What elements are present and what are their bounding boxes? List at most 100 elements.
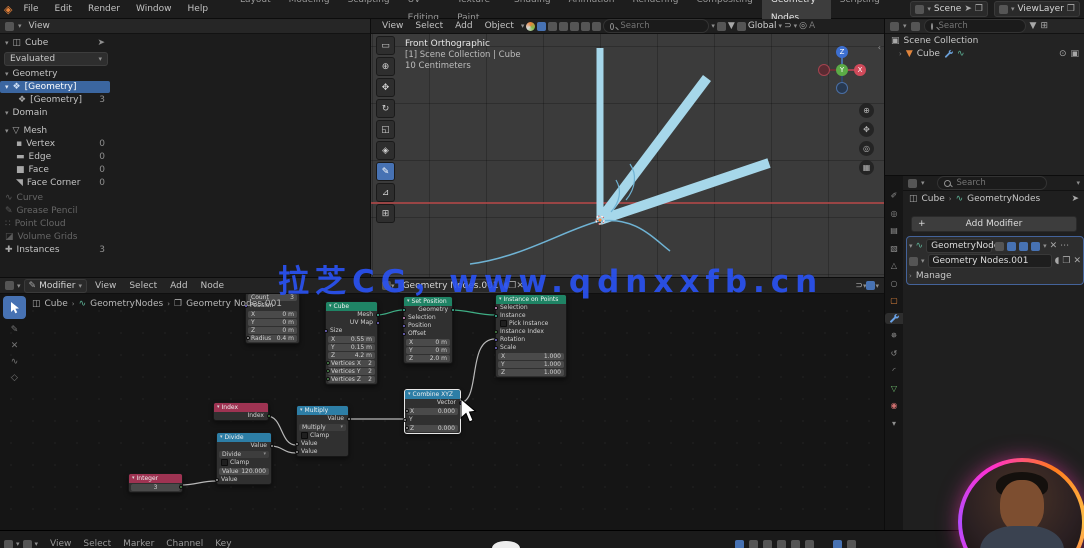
breadcrumb-modifier[interactable]: GeometryNodes — [90, 299, 163, 309]
tab-physics[interactable]: ↺ — [886, 348, 902, 359]
tab-object[interactable]: ▢ — [886, 295, 902, 306]
viewport-search[interactable] — [603, 19, 710, 33]
shield-icon[interactable] — [736, 21, 746, 31]
field-value[interactable]: 0.15 m — [351, 344, 372, 351]
socket[interactable] — [323, 329, 328, 333]
socket[interactable] — [325, 369, 330, 373]
field-value[interactable]: 120.000 — [241, 468, 266, 475]
field-value[interactable]: 0.4 m — [277, 335, 294, 342]
tab-scene[interactable]: △ — [886, 260, 902, 271]
viewport-option-icon[interactable] — [559, 21, 569, 31]
node-cube[interactable]: ▾ Cube Mesh UV Map Size X 0.55 m Y 0.15 m Z… — [323, 301, 380, 385]
menu-help[interactable]: Help — [181, 0, 216, 18]
viewport-menu-add[interactable]: Add — [450, 19, 477, 35]
gizmo-y-axis[interactable]: Y — [836, 64, 848, 76]
node-integer[interactable]: ▾ Integer 3 — [128, 473, 183, 493]
field-value[interactable]: 3 — [154, 484, 158, 491]
tab-particles[interactable]: ✵ — [886, 330, 902, 341]
proportional-falloff-icon[interactable]: ◎ — [799, 21, 807, 31]
edit-mode-toggle-icon[interactable] — [995, 241, 1005, 251]
overlays-toggle-icon[interactable] — [866, 281, 876, 290]
field-value[interactable]: 0.000 — [438, 425, 455, 432]
menu-window[interactable]: Window — [129, 0, 179, 18]
checkbox[interactable] — [500, 320, 507, 327]
field-value[interactable]: 1.000 — [544, 353, 561, 360]
chevron-down-icon[interactable]: ▾ — [521, 22, 525, 30]
chevron-down-icon[interactable]: ▾ — [886, 418, 902, 429]
checkbox[interactable] — [221, 459, 228, 466]
viewport-option-icon[interactable] — [581, 21, 591, 31]
node-menu-add[interactable]: Add — [165, 278, 192, 295]
node-math-divide[interactable]: ▾ Divide Value Divide ▾ Clamp Value 120.000… — [214, 432, 274, 485]
menu-select[interactable]: Select — [83, 539, 111, 548]
zoom-icon[interactable]: ⊕ — [859, 103, 874, 118]
outliner-row-scene-collection[interactable]: ▣ Scene Collection — [885, 34, 1084, 47]
prev-keyframe-icon[interactable] — [749, 540, 758, 548]
socket[interactable] — [325, 377, 330, 381]
rotate-tool[interactable]: ↻ — [376, 99, 395, 118]
node-index[interactable]: ▾ Index Index — [213, 402, 271, 421]
chevron-down-icon[interactable]: ▾ — [909, 242, 913, 250]
field-value[interactable]: 0 m — [282, 327, 294, 334]
new-viewlayer-icon[interactable]: ❐ — [1067, 4, 1075, 14]
socket[interactable] — [401, 324, 406, 328]
tree-item-face-corner[interactable]: ◥ Face Corner 0 — [0, 176, 110, 189]
eye-visibility-icon[interactable]: ⊙ — [1059, 49, 1067, 59]
socket[interactable] — [493, 330, 498, 334]
tree-item-instances[interactable]: ✚ Instances 3 — [0, 243, 110, 256]
scene-selector[interactable]: ▾ Scene ➤ ❐ — [910, 1, 988, 17]
socket[interactable] — [401, 332, 406, 336]
frame-option-icon[interactable] — [847, 540, 856, 548]
annotate-tool[interactable]: ✎ — [376, 162, 395, 181]
tree-item-volume-grids[interactable]: ◪ Volume Grids — [0, 230, 110, 243]
field-value[interactable]: 1.000 — [544, 361, 561, 368]
operation-dropdown[interactable]: Divide ▾ — [219, 451, 269, 458]
tab-tool[interactable]: ✐ — [886, 190, 902, 201]
next-keyframe-icon[interactable] — [791, 540, 800, 548]
pin-icon[interactable]: ➤ — [97, 38, 105, 48]
links-cut-tool[interactable]: ✕ — [11, 341, 19, 351]
node-combine-xyz[interactable]: ▾ Combine XYZ Vector X 0.000 Y Z 0.000 — [402, 389, 463, 434]
editor-type-icon[interactable] — [4, 539, 13, 548]
frame-tool[interactable]: ◇ — [11, 373, 18, 383]
transform-tool[interactable]: ◈ — [376, 141, 395, 160]
modifier-name-field[interactable]: GeometryNodes — [926, 239, 1004, 253]
breadcrumb-modifier[interactable]: GeometryNodes — [967, 194, 1040, 204]
socket[interactable] — [294, 450, 299, 454]
new-scene-icon[interactable]: ❐ — [975, 4, 983, 14]
tree-item-face[interactable]: ■ Face 0 — [0, 163, 110, 176]
spreadsheet-object-row[interactable]: ▾ ◫ Cube ➤ — [0, 37, 110, 50]
fake-user-shield-icon[interactable]: ◖ — [1055, 256, 1060, 266]
tab-object-data[interactable]: ▽ — [886, 383, 902, 394]
socket[interactable] — [493, 346, 498, 350]
socket[interactable] — [325, 361, 330, 365]
properties-editor-icon[interactable] — [908, 178, 917, 188]
tree-item-vertex[interactable]: ▪ Vertex 0 — [0, 138, 110, 151]
select-box-tool[interactable]: ▭ — [376, 36, 395, 55]
chevron-down-icon[interactable]: ▾ — [1043, 242, 1047, 250]
tab-output[interactable]: ▤ — [886, 225, 902, 236]
viewlayer-selector[interactable]: ▾ ViewLayer ❐ — [993, 1, 1080, 17]
gizmo-z-neg[interactable] — [836, 82, 848, 94]
outliner-row-cube[interactable]: › ▼ Cube ∿ ⊙ ▣ — [885, 47, 1084, 60]
tree-item-curve[interactable]: ∿ Curve — [0, 192, 110, 205]
chevron-down-icon[interactable]: ▾ — [875, 282, 879, 290]
overlays-icon[interactable]: A — [809, 21, 815, 31]
chevron-right-icon[interactable]: › — [909, 272, 912, 280]
orientation-dropdown[interactable]: Global — [748, 21, 777, 31]
socket[interactable] — [214, 478, 219, 482]
node-tree-name-field[interactable]: Geometry Nodes.001 — [927, 254, 1052, 268]
menu-marker[interactable]: Marker — [123, 539, 154, 548]
camera-view-icon[interactable]: ◎ — [859, 141, 874, 156]
field-value[interactable]: 1.000 — [544, 369, 561, 376]
operation-dropdown[interactable]: Multiply ▾ — [299, 424, 346, 431]
socket[interactable] — [269, 444, 274, 448]
realtime-toggle-icon[interactable] — [1007, 241, 1017, 251]
tree-section-mesh[interactable]: ▾ ▽ Mesh — [0, 125, 110, 138]
mode-sphere-icon[interactable] — [526, 21, 536, 31]
chevron-right-icon[interactable]: › — [899, 50, 902, 58]
proportional-edit-icon[interactable] — [716, 21, 726, 31]
breadcrumb-object[interactable]: Cube — [922, 194, 945, 204]
viewport-menu-object[interactable]: Object — [480, 19, 519, 35]
socket[interactable] — [375, 313, 380, 317]
